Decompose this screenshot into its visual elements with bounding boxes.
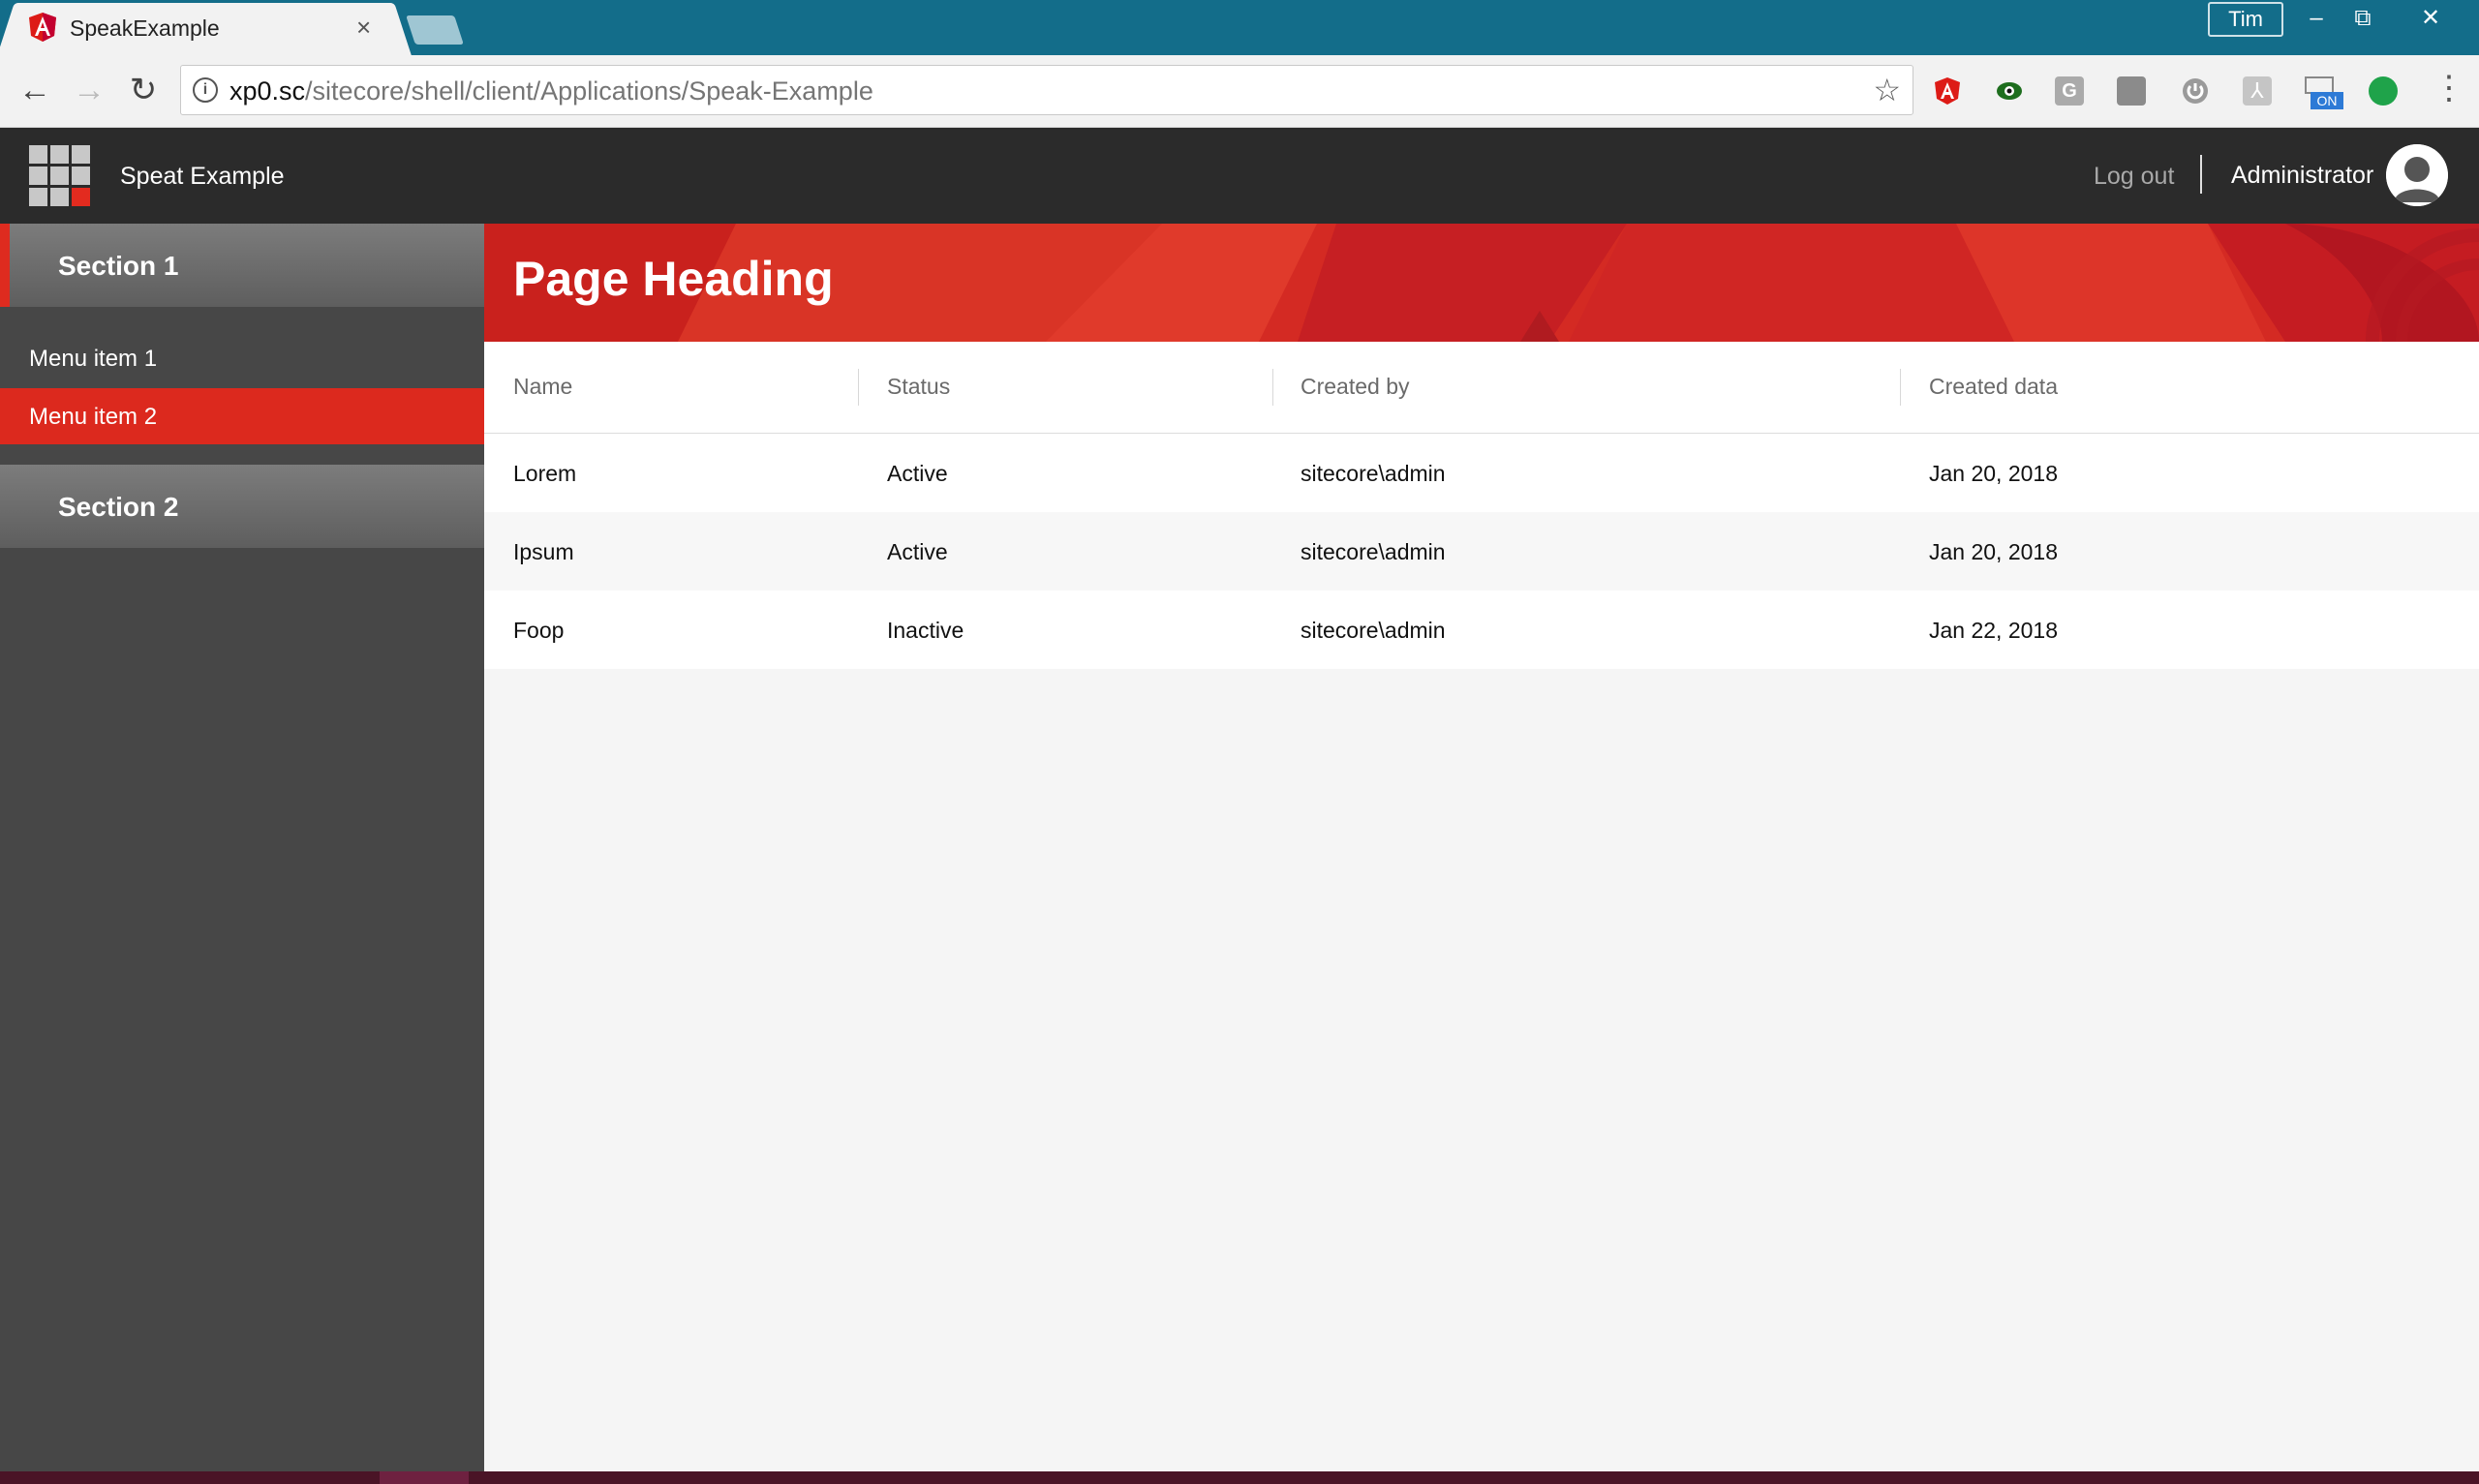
url-text[interactable]: xp0.sc/sitecore/shell/client/Application…: [230, 76, 873, 106]
power-extension-icon[interactable]: [2181, 76, 2210, 106]
column-header-created-by[interactable]: Created by: [1301, 374, 1410, 400]
column-divider[interactable]: [858, 369, 859, 406]
column-divider[interactable]: [1900, 369, 1901, 406]
table-row[interactable]: Ipsum Active sitecore\admin Jan 20, 2018: [484, 512, 2479, 591]
cell-created-date: Jan 20, 2018: [1929, 461, 2059, 486]
sidebar-item-menu-2[interactable]: Menu item 2: [0, 388, 484, 444]
reload-icon[interactable]: ↻: [124, 71, 163, 109]
browser-toolbar: ← → ↻ i xp0.sc/sitecore/shell/client/App…: [0, 55, 2479, 128]
back-arrow-icon[interactable]: ←: [15, 71, 54, 109]
app-header: Speat Example Log out Administrator: [0, 128, 2479, 224]
url-path: /sitecore/shell/client/Applications/Spea…: [305, 76, 873, 106]
info-icon[interactable]: i: [193, 77, 218, 103]
column-header-status[interactable]: Status: [887, 374, 950, 400]
menu-item-label: Menu item 2: [29, 404, 158, 430]
table-row[interactable]: Foop Inactive sitecore\admin Jan 22, 201…: [484, 591, 2479, 669]
user-name[interactable]: Administrator: [2231, 162, 2373, 190]
menu-item-label: Menu item 1: [29, 346, 158, 372]
taskbar-strip: [0, 1471, 2479, 1484]
avatar[interactable]: [2386, 144, 2448, 206]
logout-link[interactable]: Log out: [2094, 163, 2174, 191]
url-host: xp0.sc: [230, 76, 306, 106]
cell-created-date: Jan 22, 2018: [1929, 618, 2059, 643]
pdf-extension-icon[interactable]: ⅄: [2243, 76, 2272, 106]
column-header-created-date[interactable]: Created data: [1929, 374, 2058, 400]
app-grid-icon[interactable]: [29, 145, 91, 207]
cell-created-by: sitecore\admin: [1301, 539, 1446, 564]
angular-icon[interactable]: [1933, 76, 1962, 106]
column-divider[interactable]: [1272, 369, 1273, 406]
cell-created-date: Jan 20, 2018: [1929, 539, 2059, 564]
restore-button[interactable]: ⧉: [2336, 2, 2390, 35]
cell-status: Inactive: [887, 618, 964, 643]
cell-created-by: sitecore\admin: [1301, 461, 1446, 486]
profile-button[interactable]: Tim: [2208, 2, 2283, 37]
new-tab-button[interactable]: [406, 15, 464, 45]
close-window-button[interactable]: ✕: [2403, 2, 2458, 35]
cell-name: Lorem: [513, 461, 577, 486]
bookmark-star-icon[interactable]: ☆: [1873, 72, 1901, 108]
tab-close-icon[interactable]: ×: [356, 13, 371, 43]
section-label: Section 2: [58, 492, 179, 522]
angular-icon: [29, 13, 56, 42]
header-divider: [2200, 155, 2202, 194]
browser-menu-icon[interactable]: ⋮: [2433, 69, 2465, 107]
taskbar-highlight: [380, 1471, 469, 1484]
sidebar-item-menu-1[interactable]: Menu item 1: [0, 330, 484, 386]
page-heading: Page Heading: [513, 252, 834, 306]
cell-name: Ipsum: [513, 539, 574, 564]
on-extension-icon[interactable]: ON: [2305, 76, 2343, 109]
table-row[interactable]: Lorem Active sitecore\admin Jan 20, 2018: [484, 434, 2479, 512]
app-title[interactable]: Speat Example: [120, 163, 285, 191]
cell-name: Foop: [513, 618, 565, 643]
cell-status: Active: [887, 539, 948, 564]
table-header: Name Status Created by Created data: [484, 342, 2479, 434]
g-extension-icon[interactable]: G: [2055, 76, 2084, 106]
cell-created-by: sitecore\admin: [1301, 618, 1446, 643]
sidebar-section-2[interactable]: Section 2: [0, 465, 484, 548]
data-table: Name Status Created by Created data Lore…: [484, 342, 2479, 1471]
cell-status: Active: [887, 461, 948, 486]
page-heading-banner: Page Heading: [484, 224, 2479, 342]
sidebar-section-1[interactable]: Section 1: [0, 224, 484, 307]
shield-extension-icon[interactable]: [2117, 76, 2146, 106]
tab-title: SpeakExample: [70, 15, 220, 41]
green-dot-extension-icon[interactable]: [2369, 76, 2398, 106]
browser-titlebar: SpeakExample × Tim – ⧉ ✕: [0, 0, 2479, 55]
column-header-name[interactable]: Name: [513, 374, 572, 400]
address-bar[interactable]: i xp0.sc/sitecore/shell/client/Applicati…: [180, 65, 1913, 115]
sidebar: Section 1 Menu item 1 Menu item 2 Sectio…: [0, 224, 484, 1471]
section-label: Section 1: [58, 251, 179, 281]
eye-extension-icon[interactable]: [1995, 76, 2024, 106]
forward-arrow-icon[interactable]: →: [70, 71, 108, 109]
extension-badge: ON: [2311, 92, 2343, 109]
